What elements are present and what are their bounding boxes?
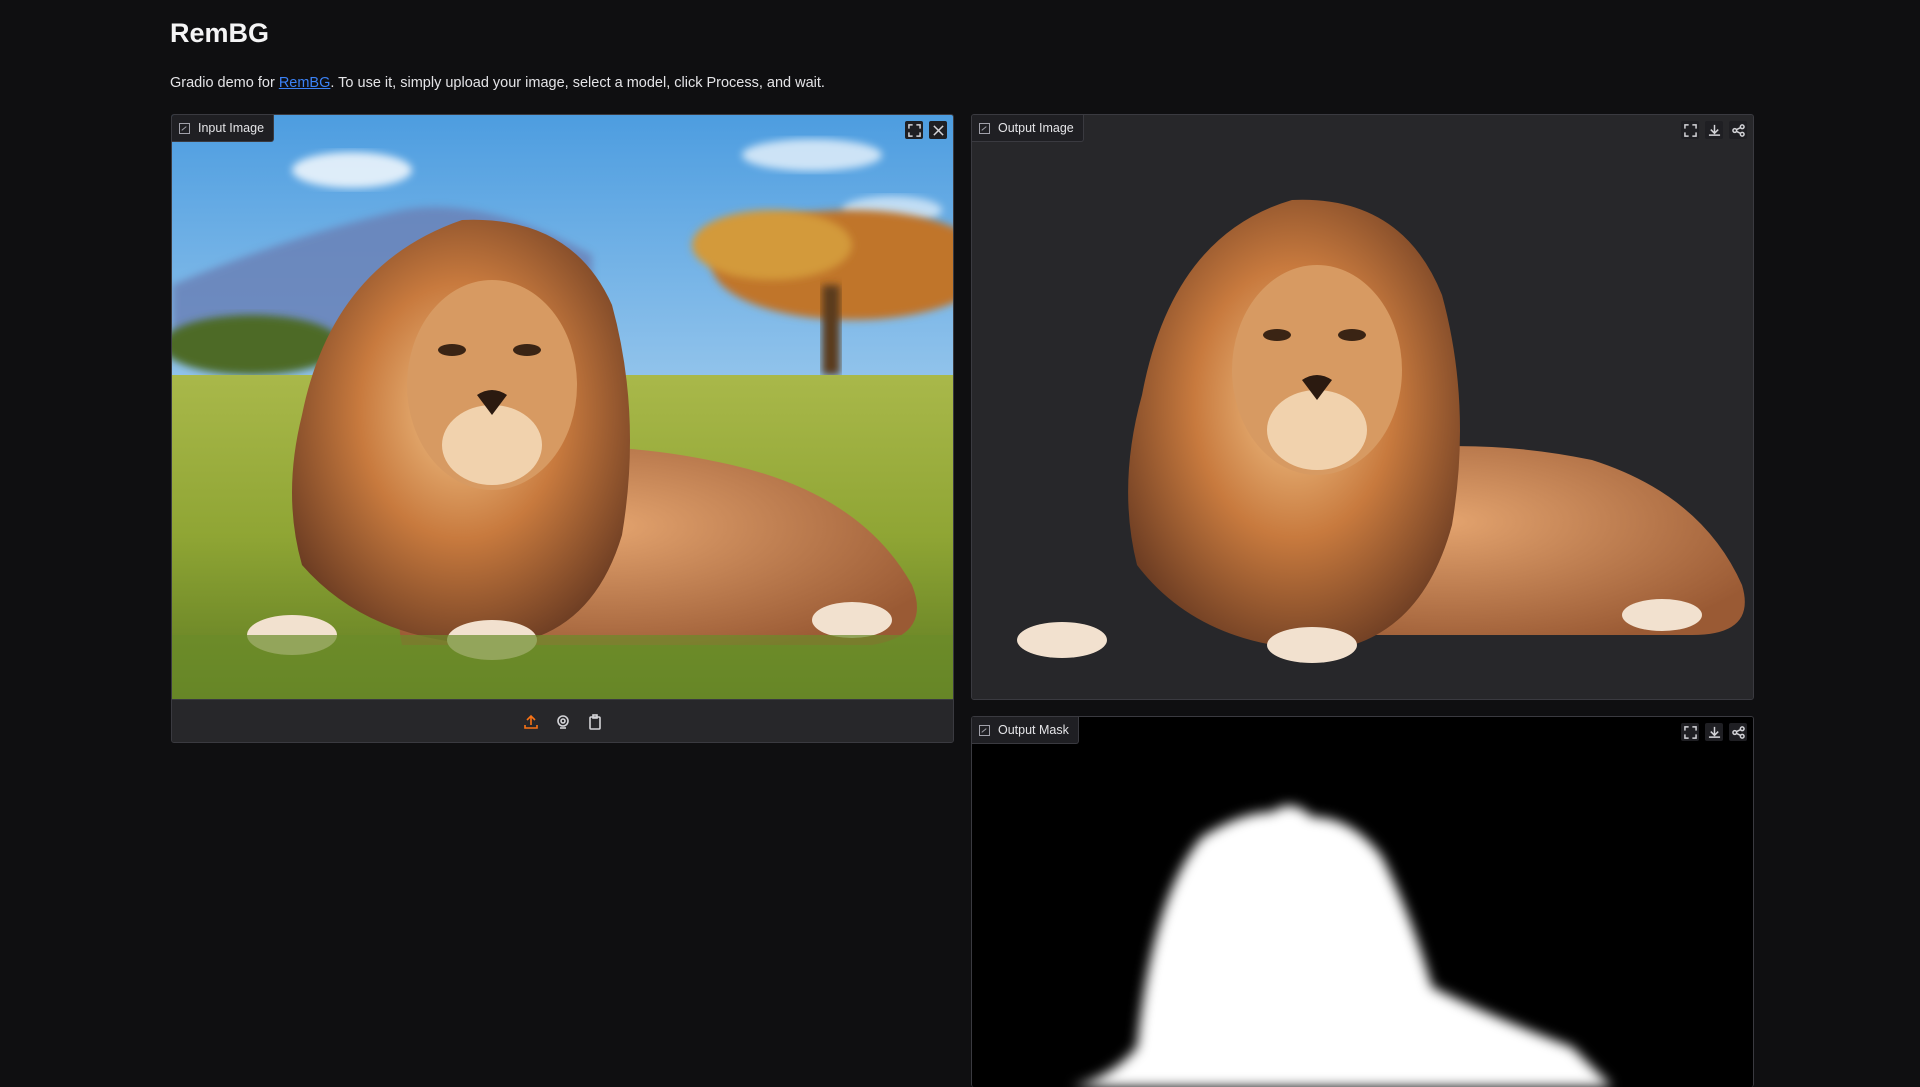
output-image-panel: Output Image bbox=[971, 114, 1754, 700]
description-text-prefix: Gradio demo for bbox=[170, 75, 279, 91]
output-mask-toolbar bbox=[1681, 723, 1747, 741]
description-text-suffix: . To use it, simply upload your image, s… bbox=[330, 75, 825, 91]
output-image-label: Output Image bbox=[972, 115, 1084, 142]
download-icon bbox=[1708, 124, 1720, 136]
fullscreen-button[interactable] bbox=[1681, 121, 1699, 139]
output-mask-preview bbox=[972, 717, 1753, 1087]
output-image-label-text: Output Image bbox=[998, 121, 1074, 135]
fullscreen-icon bbox=[1683, 725, 1697, 739]
input-image-panel[interactable]: Input Image bbox=[171, 114, 954, 743]
input-image-label-text: Input Image bbox=[198, 121, 265, 135]
upload-button[interactable] bbox=[522, 713, 540, 731]
page-description: Gradio demo for RemBG. To use it, simply… bbox=[170, 75, 825, 91]
share-button[interactable] bbox=[1729, 723, 1747, 741]
download-button[interactable] bbox=[1705, 723, 1723, 741]
clipboard-button[interactable] bbox=[586, 713, 604, 731]
fullscreen-icon bbox=[1683, 123, 1697, 137]
webcam-icon bbox=[556, 714, 569, 729]
webcam-button[interactable] bbox=[554, 713, 572, 731]
upload-icon bbox=[523, 714, 538, 729]
clear-image-button[interactable] bbox=[929, 121, 947, 139]
input-image-label: Input Image bbox=[172, 115, 275, 142]
clipboard-icon bbox=[588, 713, 601, 730]
fullscreen-icon bbox=[907, 123, 921, 137]
image-icon bbox=[179, 122, 190, 134]
output-mask-label-text: Output Mask bbox=[998, 723, 1069, 737]
image-source-bar bbox=[172, 699, 953, 742]
output-mask-panel: Output Mask bbox=[971, 716, 1754, 1087]
rembg-link[interactable]: RemBG bbox=[279, 75, 331, 91]
input-image-toolbar bbox=[905, 121, 947, 139]
share-icon bbox=[1731, 725, 1745, 739]
fullscreen-button[interactable] bbox=[905, 121, 923, 139]
fullscreen-button[interactable] bbox=[1681, 723, 1699, 741]
share-icon bbox=[1731, 123, 1745, 137]
output-image-preview bbox=[972, 115, 1753, 699]
close-icon bbox=[932, 124, 944, 136]
output-mask-label: Output Mask bbox=[972, 717, 1079, 744]
page-title: RemBG bbox=[170, 18, 270, 48]
image-icon bbox=[979, 122, 990, 134]
share-button[interactable] bbox=[1729, 121, 1747, 139]
download-button[interactable] bbox=[1705, 121, 1723, 139]
input-image-preview bbox=[172, 115, 953, 699]
output-image-toolbar bbox=[1681, 121, 1747, 139]
image-icon bbox=[979, 724, 990, 736]
download-icon bbox=[1708, 726, 1720, 738]
